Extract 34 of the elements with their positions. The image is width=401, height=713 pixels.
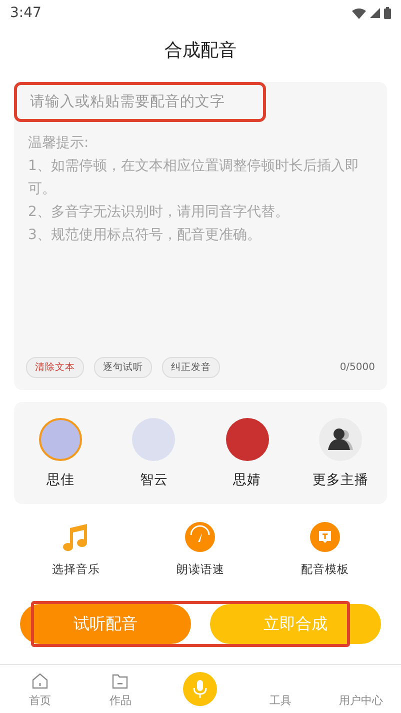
tip-text: 2、多音字无法识别时，请用同音字代替。 [28, 203, 290, 222]
text-input-field[interactable]: 请输入或粘贴需要配音的文字 [14, 82, 266, 122]
chip-button[interactable]: 逐句试听 [94, 357, 152, 378]
anchor-name: 智云 [140, 470, 168, 488]
microphone-icon [193, 679, 208, 699]
avatar-icon[interactable] [39, 418, 82, 460]
tool-label: 选择音乐 [52, 562, 100, 577]
signal-icon [370, 8, 380, 18]
wifi-icon [352, 8, 366, 18]
record-button[interactable] [183, 672, 218, 706]
tip-text: 1、如需停顿，在文本相应位置调整停顿时长后插入即可。 [28, 157, 360, 199]
nav-tab[interactable]: 工具 [240, 665, 321, 713]
anchor-name: 更多主播 [312, 470, 368, 488]
avatar-icon[interactable] [226, 418, 269, 460]
preview-button[interactable]: 试听配音 [20, 604, 191, 644]
char-counter: 0/5000 [340, 362, 375, 373]
tip-text: 3、规范使用标点符号，配音更准确。 [28, 226, 262, 245]
chip-button[interactable]: 纠正发音 [162, 357, 220, 378]
nav-tab[interactable]: 首页 [0, 665, 80, 713]
tip-text: 温馨提示: [28, 134, 90, 153]
page-title: 合成配音 [164, 39, 236, 62]
battery-icon [384, 7, 391, 19]
anchor-name: 思佳 [46, 470, 75, 488]
folder-icon [111, 672, 130, 690]
chip-button[interactable]: 清除文本 [26, 357, 84, 378]
anchor-name: 思婧 [233, 470, 262, 488]
nav-tab[interactable]: 作品 [80, 665, 160, 713]
nav-tab[interactable]: 用户中心 [320, 665, 401, 713]
status-time: 3:47 [10, 5, 42, 21]
template-icon[interactable] [310, 522, 340, 552]
gauge-icon[interactable] [185, 522, 216, 552]
tool-label: 配音模板 [300, 562, 349, 577]
home-icon [31, 672, 50, 690]
tool-label: 朗读语速 [176, 562, 224, 577]
